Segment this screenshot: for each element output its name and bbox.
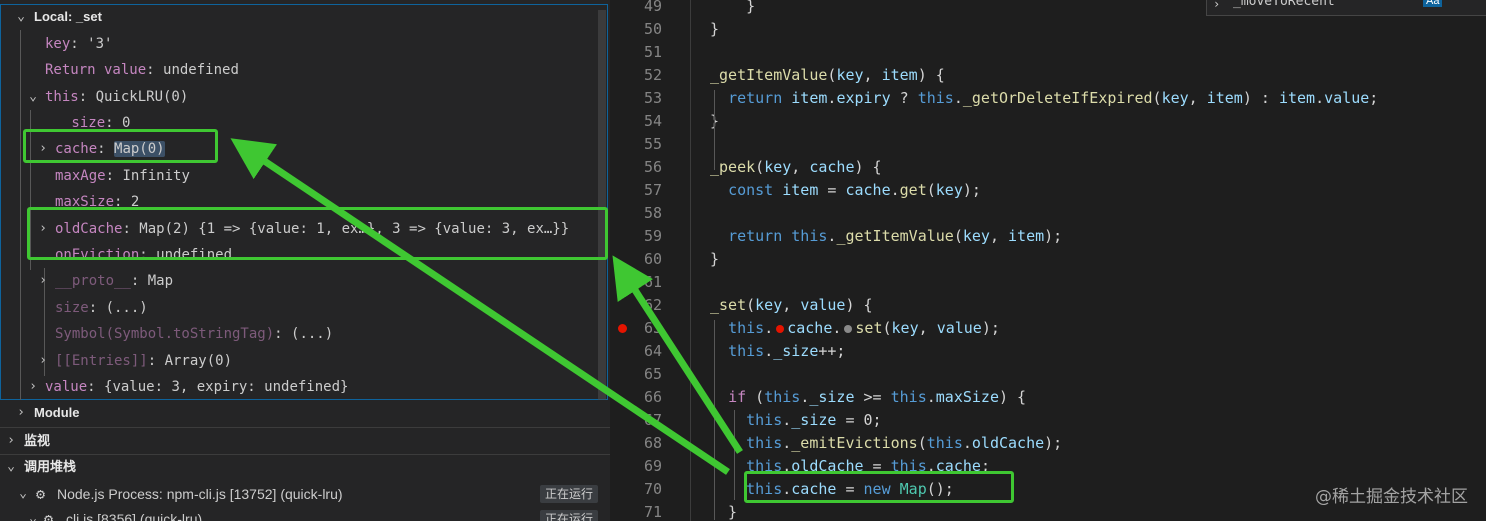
arrow-to-oldcache [612,255,743,454]
arrow-to-cache [230,138,730,475]
annotation-arrows [230,138,743,475]
